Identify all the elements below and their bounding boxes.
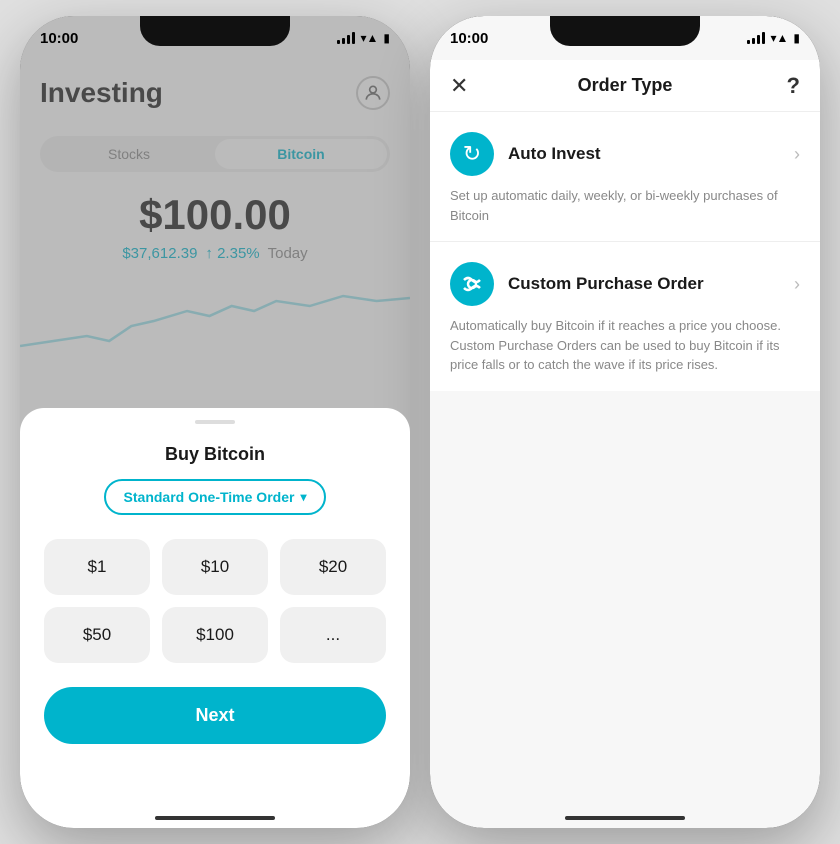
status-time-right: 10:00	[450, 30, 488, 47]
custom-order-option[interactable]: Custom Purchase Order › Automatically bu…	[430, 242, 820, 391]
battery-icon-right: ▮	[793, 31, 800, 45]
order-type-header: ✕ Order Type ?	[430, 60, 820, 112]
bottom-sheet: Buy Bitcoin Standard One-Time Order ▾ $1…	[20, 408, 410, 828]
signal-icon-right	[747, 32, 765, 44]
header-title: Order Type	[578, 75, 673, 96]
notch	[140, 16, 290, 46]
close-button[interactable]: ✕	[450, 73, 480, 99]
order-type-label: Standard One-Time Order	[124, 489, 295, 505]
auto-invest-icon: ↻	[450, 132, 494, 176]
status-icons-left: ▾▲ ▮	[337, 31, 390, 45]
chevron-right-icon-2: ›	[794, 274, 800, 295]
custom-order-desc: Automatically buy Bitcoin if it reaches …	[450, 316, 800, 375]
custom-order-name: Custom Purchase Order	[508, 274, 704, 294]
left-phone: 10:00 ▾▲ ▮ Investing	[20, 16, 410, 828]
amount-20[interactable]: $20	[280, 539, 386, 595]
order-type-button[interactable]: Standard One-Time Order ▾	[104, 479, 327, 515]
home-indicator	[155, 816, 275, 820]
amount-1[interactable]: $1	[44, 539, 150, 595]
status-time-left: 10:00	[40, 30, 78, 47]
order-content: ↻ Auto Invest › Set up automatic daily, …	[430, 112, 820, 391]
option-left-auto: ↻ Auto Invest	[450, 132, 601, 176]
battery-icon: ▮	[383, 31, 390, 45]
amount-50[interactable]: $50	[44, 607, 150, 663]
wifi-icon-right: ▾▲	[770, 31, 788, 45]
sheet-title: Buy Bitcoin	[44, 444, 386, 465]
custom-order-row: Custom Purchase Order ›	[450, 262, 800, 306]
auto-invest-name: Auto Invest	[508, 144, 601, 164]
chevron-down-icon: ▾	[300, 490, 306, 504]
next-button[interactable]: Next	[44, 687, 386, 744]
notch-right	[550, 16, 700, 46]
amount-100[interactable]: $100	[162, 607, 268, 663]
amount-10[interactable]: $10	[162, 539, 268, 595]
home-indicator-right	[565, 816, 685, 820]
wifi-icon: ▾▲	[360, 31, 378, 45]
chevron-right-icon-1: ›	[794, 144, 800, 165]
sheet-handle	[195, 420, 235, 424]
auto-invest-row: ↻ Auto Invest ›	[450, 132, 800, 176]
signal-icon	[337, 32, 355, 44]
help-button[interactable]: ?	[770, 73, 800, 99]
right-phone: 10:00 ▾▲ ▮ ✕ Order Type ?	[430, 16, 820, 828]
amount-more[interactable]: ...	[280, 607, 386, 663]
auto-invest-desc: Set up automatic daily, weekly, or bi-we…	[450, 186, 800, 225]
option-left-custom: Custom Purchase Order	[450, 262, 704, 306]
auto-invest-option[interactable]: ↻ Auto Invest › Set up automatic daily, …	[430, 112, 820, 242]
amount-grid: $1 $10 $20 $50 $100 ...	[44, 539, 386, 663]
status-icons-right: ▾▲ ▮	[747, 31, 800, 45]
custom-order-icon	[450, 262, 494, 306]
